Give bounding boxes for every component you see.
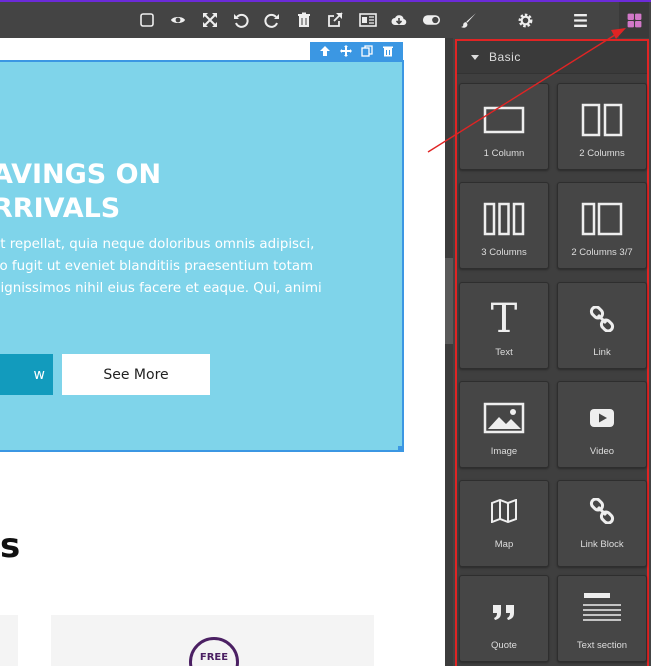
hero-body-line: at repellat, quia neque doloribus omnis …: [0, 237, 315, 252]
scrollbar-thumb[interactable]: [445, 258, 453, 344]
block-quote[interactable]: Quote: [459, 575, 549, 662]
feature-card[interactable]: [0, 615, 18, 666]
hero-title-line: AVINGS ON: [0, 159, 162, 190]
block-video[interactable]: Video: [557, 381, 647, 468]
download-cloud-icon[interactable]: [390, 11, 408, 29]
selection-toolbar: [310, 42, 403, 60]
block-label: Text: [495, 347, 513, 358]
panel-switcher: [453, 2, 651, 38]
trash-icon[interactable]: [295, 11, 313, 29]
section-heading[interactable]: s: [0, 526, 20, 566]
editor-window: AVINGS ON RRIVALS at repellat, quia nequ…: [0, 0, 651, 666]
feature-card[interactable]: FREE: [51, 615, 374, 666]
block-label: Link: [593, 347, 611, 358]
block-label: Map: [494, 539, 514, 550]
toggle-icon[interactable]: [421, 11, 441, 29]
two-columns-3-7-icon: [558, 197, 646, 241]
block-2-columns-3-7[interactable]: 2 Columns 3/7: [557, 182, 647, 269]
editor-canvas[interactable]: AVINGS ON RRIVALS at repellat, quia nequ…: [0, 38, 445, 666]
move-icon[interactable]: [339, 44, 353, 58]
text-section-icon: [558, 586, 646, 630]
block-label: Image: [490, 446, 518, 457]
block-label: 2 Columns: [579, 148, 625, 159]
block-text-section[interactable]: Text section: [557, 575, 647, 662]
eye-icon[interactable]: [169, 11, 187, 29]
hero-title-line: RRIVALS: [0, 193, 121, 224]
block-text[interactable]: T Text: [459, 282, 549, 369]
block-label: Quote: [491, 640, 517, 651]
undo-icon[interactable]: [232, 11, 250, 29]
block-label: Link Block: [580, 539, 624, 550]
category-label: Basic: [489, 50, 521, 64]
paint-brush-icon[interactable]: [453, 2, 483, 38]
top-toolbar: [0, 0, 651, 38]
free-badge: FREE: [189, 637, 239, 666]
two-columns-icon: [558, 98, 646, 142]
hero-primary-button[interactable]: w: [0, 354, 53, 395]
hero-body-line: dignissimos nihil eius facere et eaque. …: [0, 281, 322, 296]
hero-body-text[interactable]: at repellat, quia neque doloribus omnis …: [0, 234, 372, 300]
gear-icon[interactable]: [510, 2, 540, 38]
arrow-up-icon[interactable]: [318, 44, 332, 58]
caret-down-icon: [471, 54, 479, 60]
video-icon: [558, 396, 646, 440]
block-label: 2 Columns 3/7: [571, 247, 633, 258]
fullscreen-icon[interactable]: [201, 11, 219, 29]
block-3-columns[interactable]: 3 Columns: [459, 182, 549, 269]
hamburger-icon[interactable]: [565, 2, 595, 38]
code-icon[interactable]: [358, 11, 378, 29]
external-link-icon[interactable]: [326, 11, 344, 29]
hero-title[interactable]: AVINGS ON RRIVALS: [0, 158, 292, 226]
block-link[interactable]: Link: [557, 282, 647, 369]
square-outline-icon[interactable]: [138, 11, 156, 29]
block-map[interactable]: Map: [459, 480, 549, 567]
block-image[interactable]: Image: [459, 381, 549, 468]
link-block-icon: [558, 489, 646, 533]
blocks-panel: Basic 1 Column 2 Columns 3 Columns 2 Col…: [455, 39, 649, 666]
trash-icon[interactable]: [381, 44, 395, 58]
link-icon: [558, 297, 646, 341]
block-1-column[interactable]: 1 Column: [459, 83, 549, 170]
image-icon: [460, 396, 548, 440]
block-label: Text section: [576, 640, 628, 651]
quote-icon: [460, 590, 548, 634]
block-2-columns[interactable]: 2 Columns: [557, 83, 647, 170]
redo-icon[interactable]: [263, 11, 281, 29]
copy-icon[interactable]: [360, 44, 374, 58]
block-label: 3 Columns: [481, 247, 527, 258]
category-basic[interactable]: Basic: [457, 41, 647, 74]
canvas-scrollbar[interactable]: [445, 38, 453, 666]
one-column-icon: [460, 98, 548, 142]
three-columns-icon: [460, 197, 548, 241]
resize-handle[interactable]: [398, 446, 402, 450]
block-label: Video: [589, 446, 615, 457]
hero-body-line: lio fugit ut eveniet blanditiis praesent…: [0, 259, 314, 274]
text-icon: T: [490, 296, 518, 342]
map-icon: [460, 489, 548, 533]
see-more-button[interactable]: See More: [62, 354, 210, 395]
blocks-grid-icon[interactable]: [619, 2, 649, 38]
hero-section[interactable]: AVINGS ON RRIVALS at repellat, quia nequ…: [0, 60, 404, 452]
block-link-block[interactable]: Link Block: [557, 480, 647, 567]
block-label: 1 Column: [483, 148, 525, 159]
